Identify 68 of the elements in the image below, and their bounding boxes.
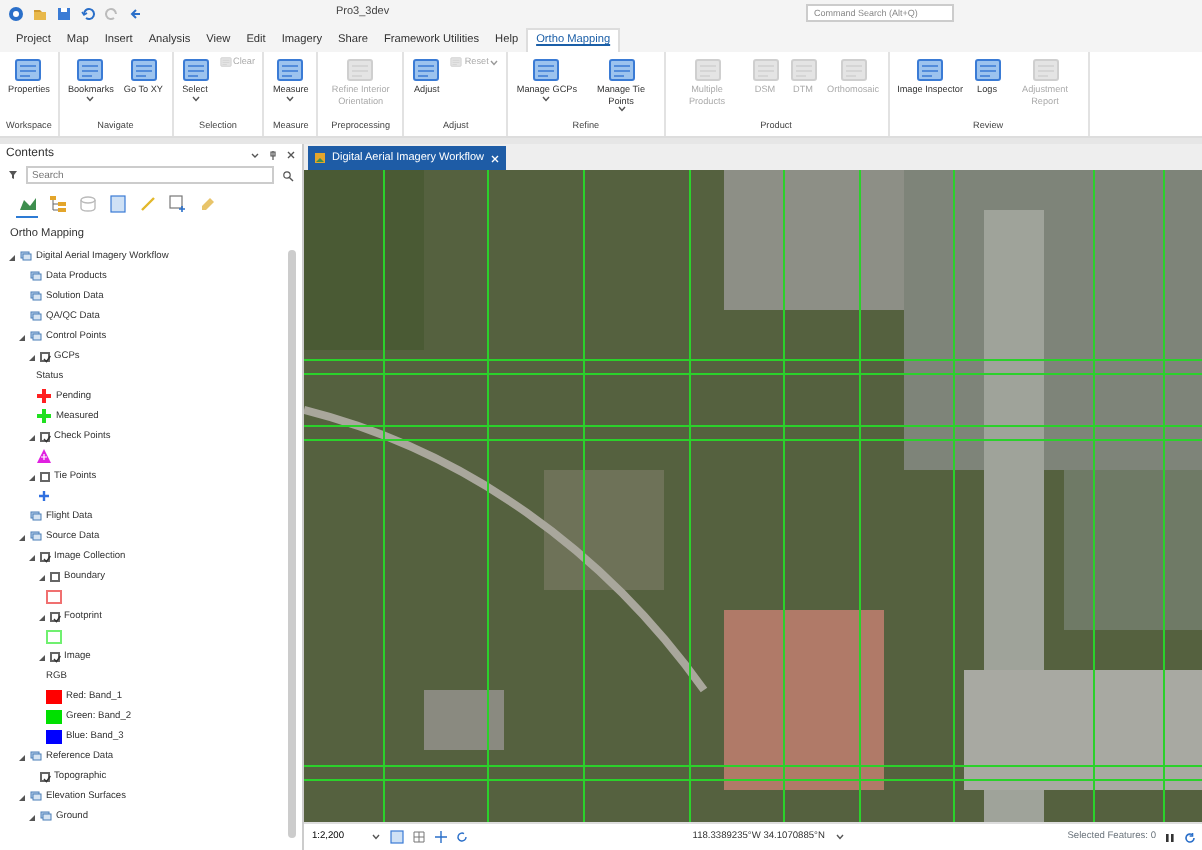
grid-icon[interactable] [412, 830, 426, 844]
collapse-arrow-icon[interactable] [36, 611, 46, 622]
page-icon [107, 193, 127, 213]
map-icon [314, 152, 326, 164]
aerial-map-drawing[interactable] [304, 170, 1202, 822]
collapse-arrow-icon[interactable] [26, 431, 36, 442]
caret-icon[interactable] [250, 150, 260, 160]
layer-checkbox[interactable] [50, 571, 60, 582]
caret-icon [286, 95, 295, 101]
collapse-arrow-icon[interactable] [16, 751, 26, 762]
pin-icon[interactable] [268, 150, 278, 160]
caret-icon [617, 106, 626, 112]
tool-icon [276, 56, 305, 84]
tool-icon [973, 56, 1002, 84]
view-toggle-button[interactable] [106, 192, 128, 218]
pencil-icon [137, 193, 157, 213]
crosshair-icon[interactable] [434, 830, 448, 844]
undo-icon[interactable] [80, 5, 96, 21]
tool-icon [412, 56, 441, 84]
tool-icon [181, 56, 209, 84]
close-icon[interactable] [286, 150, 296, 160]
collapse-arrow-icon[interactable] [36, 651, 46, 662]
layer-checkbox[interactable] [40, 551, 50, 562]
caret-icon[interactable] [836, 834, 845, 840]
tool-icon [129, 56, 158, 84]
pause-icon[interactable] [1164, 831, 1176, 843]
caret-icon [542, 95, 551, 101]
tool-icon [916, 56, 945, 84]
caret-icon [191, 95, 199, 101]
layer-checkbox[interactable] [40, 431, 50, 442]
app-logo-icon [8, 5, 24, 21]
collapse-arrow-icon[interactable] [26, 811, 36, 822]
layer-checkbox[interactable] [40, 351, 50, 362]
database-icon [77, 193, 97, 213]
map-layers-icon [17, 193, 37, 213]
layer-checkbox[interactable] [50, 611, 60, 622]
collapse-arrow-icon[interactable] [36, 571, 46, 582]
collapse-arrow-icon[interactable] [16, 531, 26, 542]
back-arrow-icon[interactable] [128, 5, 144, 21]
tool-icon [532, 56, 561, 84]
collapse-arrow-icon[interactable] [26, 551, 36, 562]
rotate-icon[interactable] [456, 830, 470, 844]
view-toggle-button[interactable] [76, 192, 98, 218]
caret-icon [86, 95, 95, 101]
collapse-arrow-icon[interactable] [16, 331, 26, 342]
view-toggle-button[interactable] [46, 192, 68, 218]
layer-checkbox[interactable] [40, 471, 50, 482]
layer-checkbox[interactable] [50, 651, 60, 662]
refresh-icon[interactable] [1184, 831, 1196, 843]
tool-icon [14, 56, 43, 84]
collapse-arrow-icon[interactable] [6, 251, 16, 262]
collapse-arrow-icon[interactable] [26, 471, 36, 482]
add-square-icon [167, 193, 187, 213]
scrollbar[interactable] [288, 250, 296, 838]
hierarchy-icon [47, 193, 67, 213]
save-icon[interactable] [56, 5, 72, 21]
view-toggle-button[interactable] [166, 192, 188, 218]
search-icon[interactable] [282, 169, 294, 181]
collapse-arrow-icon[interactable] [16, 791, 26, 802]
layer-checkbox[interactable] [40, 771, 50, 782]
caret-icon [490, 59, 499, 66]
collapse-arrow-icon[interactable] [26, 351, 36, 362]
tag-icon [197, 193, 217, 213]
tool-icon [607, 56, 636, 84]
caret-icon [372, 834, 380, 840]
tool-icon [76, 56, 105, 84]
layer-group-icon [30, 750, 42, 763]
filter-icon[interactable] [8, 170, 18, 180]
